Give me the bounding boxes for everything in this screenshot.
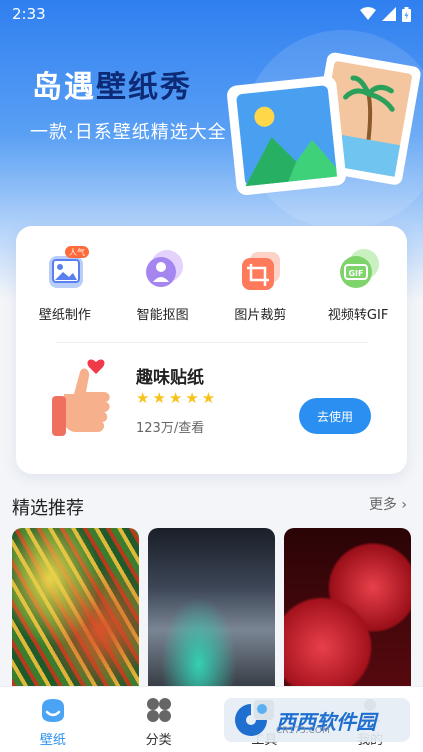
tool-label: 智能抠图 bbox=[136, 308, 189, 323]
gif-icon-text: GIF bbox=[349, 269, 364, 278]
tab-wallpaper[interactable]: 壁纸 bbox=[0, 687, 106, 752]
tool-video-gif[interactable]: GIF 视频转GIF bbox=[309, 246, 407, 323]
wifi-icon bbox=[360, 7, 376, 20]
hero-title-part1: 岛遇 bbox=[32, 70, 96, 105]
hero-photo-illustration bbox=[227, 52, 421, 196]
tool-wallpaper-make[interactable]: 人气 壁纸制作 bbox=[16, 246, 114, 323]
wallpaper-thumb-abstract[interactable] bbox=[12, 528, 139, 698]
section-title: 精选推荐 bbox=[12, 498, 84, 519]
image-crop-icon bbox=[242, 252, 281, 290]
status-bar: 2:33 bbox=[0, 0, 423, 28]
hero-subtitle: 一款·日系壁纸精选大全 bbox=[30, 122, 227, 143]
wallpaper-thumb-cherry[interactable] bbox=[284, 528, 411, 698]
signal-icon bbox=[382, 7, 396, 21]
tools-row: 人气 壁纸制作 智能抠图 图片裁剪 GIF 视频转GIF bbox=[16, 246, 407, 323]
tool-label: 视频转GIF bbox=[327, 308, 389, 323]
tab-label: 壁纸 bbox=[39, 733, 66, 748]
watermark-subtext: CR173.COM bbox=[276, 726, 330, 736]
smart-cutout-icon bbox=[145, 250, 183, 287]
use-sticker-button[interactable]: 去使用 bbox=[299, 398, 371, 434]
divider bbox=[56, 342, 368, 343]
recommend-list bbox=[12, 528, 411, 698]
status-time: 2:33 bbox=[12, 5, 46, 23]
battery-icon bbox=[402, 6, 411, 22]
tool-label: 壁纸制作 bbox=[38, 308, 91, 323]
more-link[interactable]: 更多 › bbox=[369, 494, 407, 514]
wallpaper-tab-icon bbox=[41, 699, 64, 722]
tab-label: 分类 bbox=[145, 733, 172, 748]
watermark-logo-icon bbox=[235, 704, 267, 736]
feature-title: 趣味贴纸 bbox=[136, 368, 204, 388]
tab-category[interactable]: 分类 bbox=[106, 687, 212, 752]
hero-title-part2: 壁纸秀 bbox=[96, 70, 192, 105]
hero-title: 岛遇壁纸秀 bbox=[32, 62, 192, 106]
tools-card: 人气 壁纸制作 智能抠图 图片裁剪 GIF 视频转GIF 趣味贴纸 ★★★★★ … bbox=[16, 226, 407, 474]
feature-view-count: 123万/查看 bbox=[136, 421, 205, 436]
tool-badge: 人气 bbox=[69, 247, 85, 257]
wallpaper-make-icon: 人气 bbox=[48, 246, 89, 288]
site-watermark: 西西软件园 CR173.COM bbox=[224, 698, 410, 742]
video-gif-icon: GIF bbox=[340, 249, 380, 288]
feature-rating-stars: ★★★★★ bbox=[136, 389, 219, 407]
category-tab-icon bbox=[146, 698, 171, 722]
tool-smart-cutout[interactable]: 智能抠图 bbox=[114, 246, 212, 323]
status-icons bbox=[360, 6, 411, 22]
tool-label: 图片裁剪 bbox=[234, 308, 287, 323]
wallpaper-thumb-car[interactable] bbox=[148, 528, 275, 698]
thumbs-up-sticker-icon bbox=[52, 359, 110, 436]
tool-image-crop[interactable]: 图片裁剪 bbox=[212, 246, 310, 323]
